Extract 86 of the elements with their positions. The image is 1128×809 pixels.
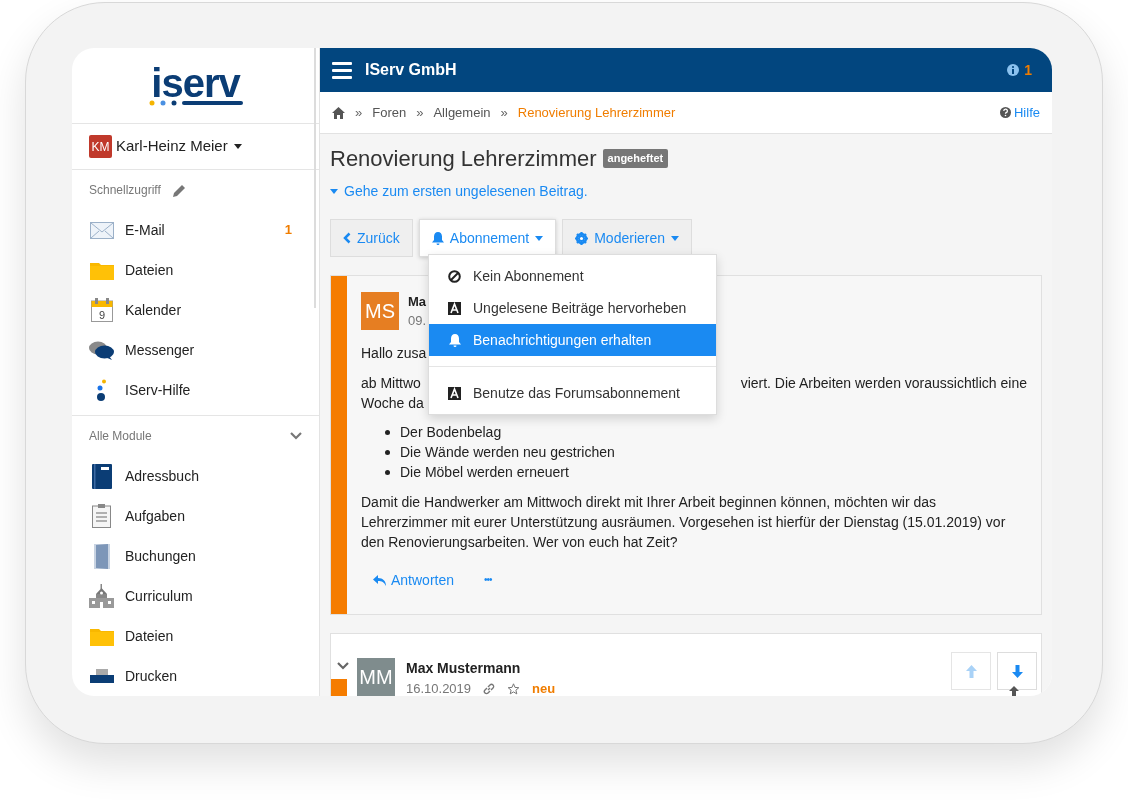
author-avatar: MS (361, 292, 399, 330)
menu-item[interactable]: Ungelesene Beiträge hervorheben (429, 292, 716, 324)
pinned-label: angeheftet (602, 149, 669, 168)
menu-item[interactable]: Benutze das Forumsabonnement (429, 377, 716, 409)
menu-item[interactable]: Benachrichtigungen erhalten (429, 324, 716, 356)
list-item: Der Bodenbelag (400, 423, 502, 442)
calendar-icon: 9 (90, 298, 113, 322)
post-text: ab Mittwo (361, 374, 421, 393)
door-icon (93, 543, 110, 569)
prohibited-icon (448, 269, 461, 283)
chevron-down-icon[interactable] (290, 432, 302, 440)
logo-wordmark: iserv (151, 65, 240, 100)
list-item: Die Möbel werden erneuert (400, 463, 569, 482)
clipboard-icon (92, 504, 111, 528)
page-title: Renovierung Lehrerzimmer (330, 145, 597, 173)
menu-item[interactable]: Kein Abonnement (429, 260, 716, 292)
post-date: 09. (408, 312, 427, 330)
toolbar-button[interactable]: Abonnement (418, 219, 557, 257)
breadcrumb-separator: » (416, 103, 424, 122)
arrow-up-icon (1009, 686, 1019, 696)
sidebar-item[interactable]: Buchungen (72, 536, 319, 576)
home-icon[interactable] (332, 106, 345, 119)
logo-dots-icon (148, 99, 243, 106)
menu-icon[interactable] (332, 61, 352, 79)
reply-icon (373, 574, 386, 586)
list-item: Die Wände werden neu gestrichen (400, 443, 615, 462)
pencil-icon[interactable] (172, 183, 186, 197)
sidebar-item[interactable]: Curriculum (72, 576, 319, 616)
dots-icon (95, 378, 108, 402)
author-avatar: MM (357, 658, 395, 696)
sidebar-item[interactable]: Dateien (72, 250, 319, 290)
unread-count: 1 (284, 221, 292, 240)
book-icon (91, 463, 112, 489)
scroll-down-button[interactable] (997, 652, 1037, 690)
post-date: 16.10.2019 (406, 680, 472, 696)
caret-icon (330, 189, 338, 194)
post-text: viert. Die Arbeiten werden voraussichtlich eine (740, 374, 1027, 393)
section-heading: Alle Module (89, 428, 152, 445)
breadcrumb-separator: » (355, 103, 363, 122)
bell-icon (431, 231, 444, 245)
bullet-icon (385, 429, 390, 435)
link-icon[interactable] (483, 682, 496, 695)
breadcrumb-separator: » (500, 103, 508, 122)
sidebar-item[interactable]: Messenger (72, 330, 319, 370)
bullet-icon (385, 469, 390, 475)
sidebar-item[interactable]: Adressbuch (72, 456, 319, 496)
chat-bubbles-icon (89, 340, 114, 360)
folder-icon (89, 260, 114, 280)
breadcrumb-link[interactable]: Allgemein (433, 102, 491, 123)
author-name: Max Mustermann (406, 659, 522, 678)
breadcrumb-link[interactable]: Foren (372, 102, 407, 123)
site-title: IServ GmbH (365, 60, 457, 80)
sidebar-item[interactable]: IServ-Hilfe (72, 370, 319, 410)
bell-icon (448, 333, 461, 347)
sidebar-item[interactable]: Aufgaben (72, 496, 319, 536)
printer-icon (89, 669, 114, 683)
notification-count: 1 (1024, 60, 1032, 80)
school-building-icon (89, 584, 114, 608)
sidebar-item[interactable]: Dateien (72, 616, 319, 656)
user-menu-button[interactable]: Karl-Heinz Meier (116, 135, 242, 158)
post-text: Damit die Handwerker am Mittwoch direkt mit Ihrer Arbeit beginnen können, möchten wir das Lehrerzimmer mit eurer Unterstützung ausräumen. Vorgesehen ist hierfür der Dienstag (15.01.2019) vor den Renovierungsarbeiten. Wer von euch hat Zeit? (361, 493, 1007, 552)
sidebar-item[interactable]: Drucken (72, 656, 319, 696)
sidebar-item[interactable]: 9 Kalender (72, 290, 319, 330)
post-text: Hallo zusa (361, 344, 428, 363)
user-avatar: KM (89, 135, 112, 159)
envelope-icon (89, 221, 114, 239)
chevron-left-icon (343, 232, 351, 244)
caret-icon (233, 144, 242, 150)
chevron-down-icon[interactable] (337, 662, 349, 670)
author-name: Ma (408, 293, 427, 311)
section-heading: Schnellzugriff (89, 182, 161, 199)
folder-icon (89, 626, 114, 646)
new-label: neu (532, 680, 556, 696)
sidebar-item[interactable]: E-Mail 1 (72, 210, 319, 250)
letter-a-icon (448, 301, 461, 315)
info-icon[interactable] (1007, 64, 1020, 76)
bullet-icon (385, 449, 390, 455)
help-link[interactable]: Hilfe (1000, 102, 1040, 123)
help-icon (1000, 107, 1011, 118)
star-icon[interactable] (507, 682, 521, 695)
caret-icon (671, 235, 680, 241)
gear-icon (575, 231, 589, 245)
arrow-up-icon (965, 664, 977, 678)
arrow-down-icon (1011, 664, 1023, 678)
caret-icon (535, 235, 544, 241)
letter-a-icon (448, 386, 461, 400)
